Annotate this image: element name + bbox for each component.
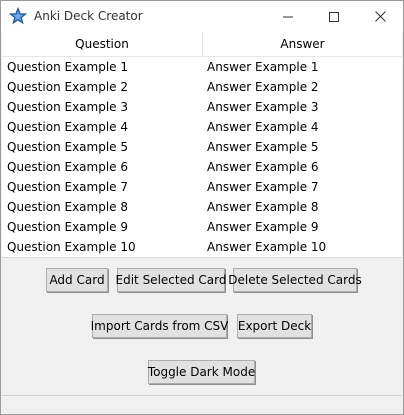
question-cell: Question Example 6 [7,160,128,174]
answer-cell: Answer Example 10 [207,240,327,254]
table-row[interactable]: Question Example 2 Answer Example 2 [2,77,402,97]
table-row[interactable]: Question Example 1 Answer Example 1 [2,57,402,77]
table-header: Question Answer [2,32,402,57]
column-header-question[interactable]: Question [2,32,203,56]
table-row[interactable]: Question Example 9 Answer Example 9 [2,217,402,237]
delete-selected-cards-button[interactable]: Delete Selected Cards [228,268,362,292]
question-cell: Question Example 9 [7,220,128,234]
export-deck-button[interactable]: Export Deck [237,314,312,338]
app-window: Anki Deck Creator Question Answer Questi… [0,0,404,415]
close-button[interactable] [357,1,403,32]
question-cell: Question Example 5 [7,140,128,154]
import-csv-button[interactable]: Import Cards from CSV [91,314,228,338]
answer-cell: Answer Example 9 [207,220,319,234]
table-body: Question Example 1 Answer Example 1 Ques… [2,57,402,257]
minimize-icon [283,16,293,17]
answer-cell: Answer Example 8 [207,200,319,214]
answer-cell: Answer Example 5 [207,140,319,154]
question-cell: Question Example 7 [7,180,128,194]
answer-cell: Answer Example 3 [207,100,319,114]
question-cell: Question Example 1 [7,60,128,74]
edit-selected-card-button[interactable]: Edit Selected Card [116,268,226,292]
question-cell: Question Example 8 [7,200,128,214]
toggle-dark-mode-button[interactable]: Toggle Dark Mode [148,360,255,384]
table-row[interactable]: Question Example 4 Answer Example 4 [2,117,402,137]
table-row[interactable]: Question Example 6 Answer Example 6 [2,157,402,177]
feather-star-icon [8,6,28,25]
table-row[interactable]: Question Example 5 Answer Example 5 [2,137,402,157]
answer-cell: Answer Example 7 [207,180,319,194]
window-title: Anki Deck Creator [34,9,143,23]
title-bar[interactable]: Anki Deck Creator [1,1,403,32]
question-cell: Question Example 10 [7,240,136,254]
table-row[interactable]: Question Example 3 Answer Example 3 [2,97,402,117]
maximize-button[interactable] [311,1,357,32]
table-row[interactable]: Question Example 7 Answer Example 7 [2,177,402,197]
answer-cell: Answer Example 1 [207,60,319,74]
answer-cell: Answer Example 2 [207,80,319,94]
status-bar [2,395,402,414]
add-card-button[interactable]: Add Card [46,268,108,292]
minimize-button[interactable] [265,1,311,32]
question-cell: Question Example 2 [7,80,128,94]
question-cell: Question Example 3 [7,100,128,114]
close-icon [374,11,386,22]
maximize-icon [329,11,339,22]
table-row[interactable]: Question Example 10 Answer Example 10 [2,237,402,257]
cards-table[interactable]: Question Answer Question Example 1 Answe… [2,32,402,258]
question-cell: Question Example 4 [7,120,128,134]
answer-cell: Answer Example 6 [207,160,319,174]
answer-cell: Answer Example 4 [207,120,319,134]
table-row[interactable]: Question Example 8 Answer Example 8 [2,197,402,217]
column-header-answer[interactable]: Answer [203,32,402,56]
